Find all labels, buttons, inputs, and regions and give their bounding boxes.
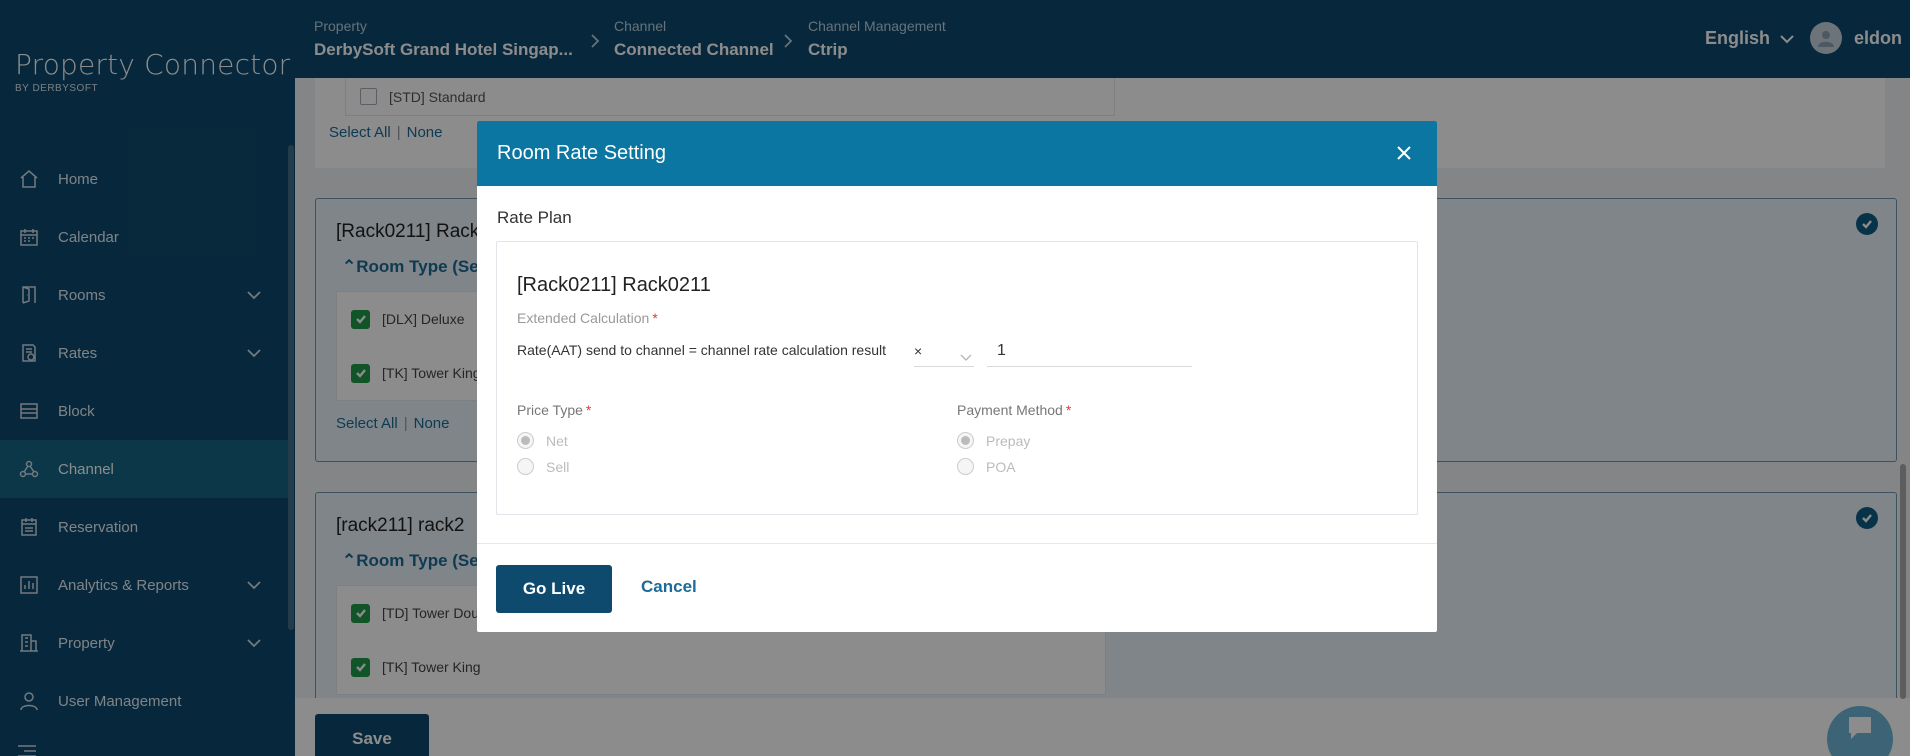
radio-label: POA (986, 458, 1016, 475)
payment-method-text: Payment Method (957, 402, 1063, 418)
extended-calculation-label: Extended Calculation * (517, 310, 658, 326)
calculation-formula: Rate(AAT) send to channel = channel rate… (517, 342, 887, 358)
price-type-label: Price Type * (517, 402, 591, 418)
price-type-text: Price Type (517, 402, 583, 418)
divider (477, 543, 1437, 544)
room-rate-setting-modal: Room Rate Setting Rate Plan [Rack0211] R… (477, 121, 1437, 632)
payment-method-label: Payment Method * (957, 402, 1071, 418)
rate-plan-box: [Rack0211] Rack0211 Extended Calculation… (496, 241, 1418, 515)
radio-selected[interactable] (957, 432, 974, 449)
required-marker: * (652, 310, 658, 326)
extended-calculation-text: Extended Calculation (517, 310, 650, 326)
radio[interactable] (957, 458, 974, 475)
radio-label: Net (546, 432, 568, 449)
required-marker: * (1065, 402, 1072, 418)
rate-plan-label: Rate Plan (497, 208, 572, 227)
price-type-option-net[interactable]: Net (517, 432, 568, 449)
radio[interactable] (517, 458, 534, 475)
close-icon[interactable] (1393, 142, 1415, 164)
rate-plan-name: [Rack0211] Rack0211 (517, 274, 711, 296)
chevron-down-icon (960, 349, 972, 367)
cancel-button[interactable]: Cancel (641, 577, 697, 597)
radio-selected[interactable] (517, 432, 534, 449)
payment-method-option-poa[interactable]: POA (957, 458, 1016, 475)
price-type-option-sell[interactable]: Sell (517, 458, 569, 475)
modal-title: Room Rate Setting (497, 142, 666, 164)
multiplier-input[interactable] (987, 335, 1192, 367)
radio-label: Prepay (986, 432, 1031, 449)
required-marker: * (585, 402, 592, 418)
radio-label: Sell (546, 458, 570, 475)
operator-value: × (914, 342, 923, 359)
modal-header: Room Rate Setting (477, 121, 1437, 186)
payment-method-option-prepay[interactable]: Prepay (957, 432, 1030, 449)
operator-select[interactable]: × (914, 335, 974, 367)
go-live-button[interactable]: Go Live (496, 565, 612, 613)
